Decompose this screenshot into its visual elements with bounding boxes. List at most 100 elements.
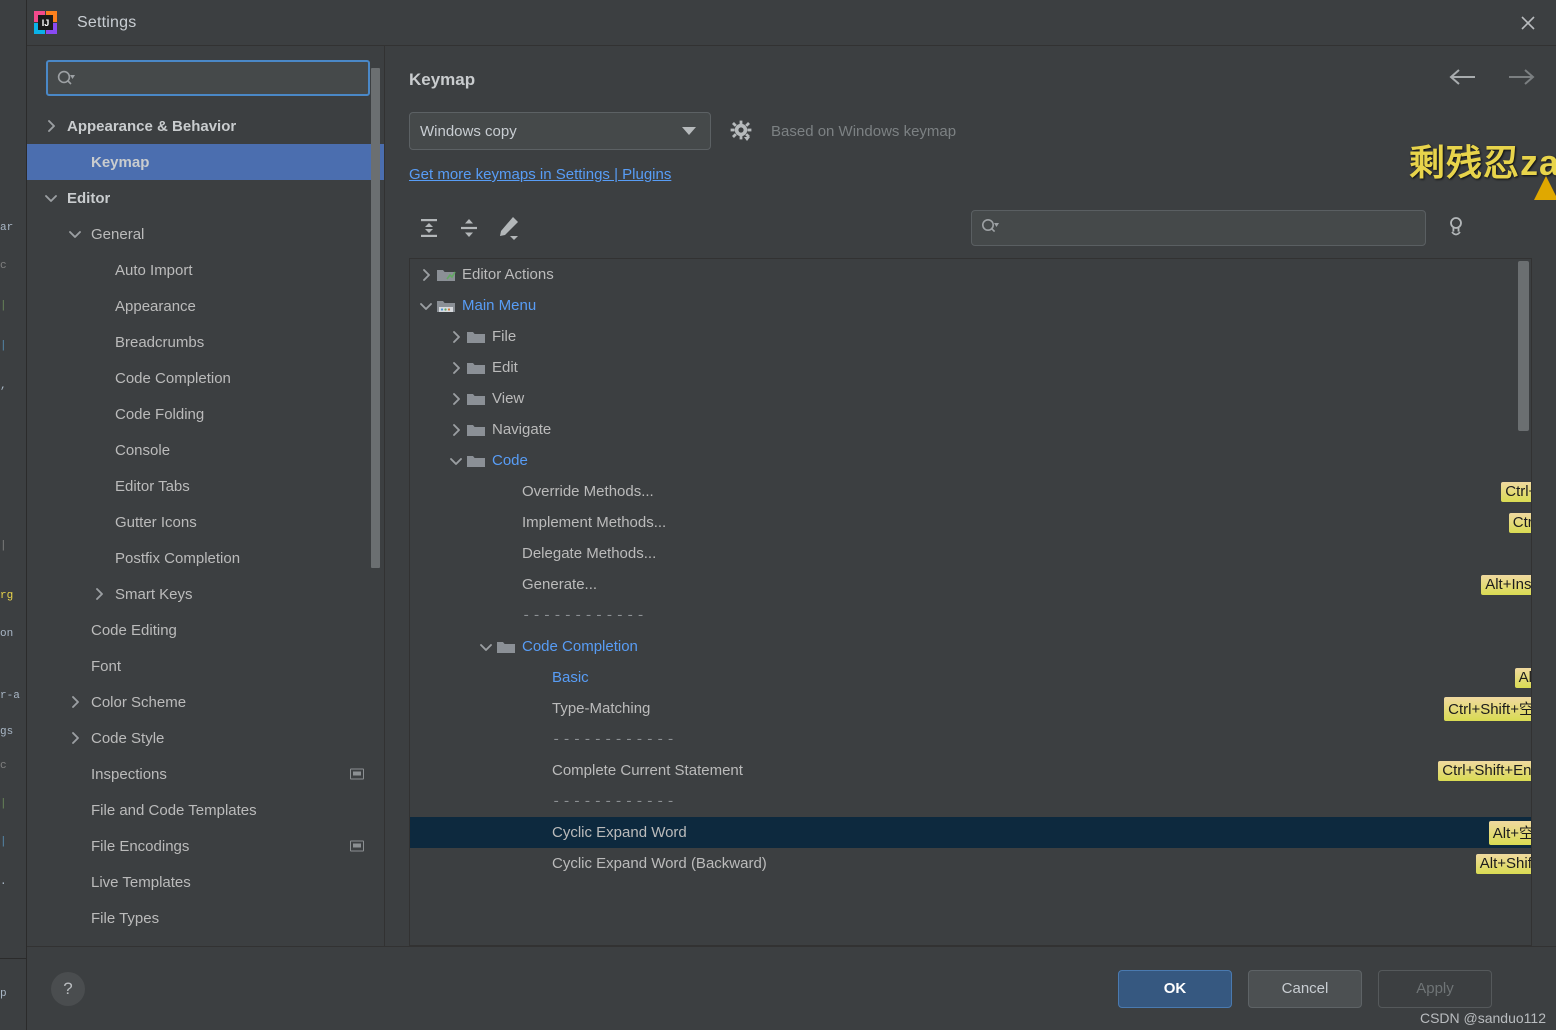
footer-buttons: OK Cancel Apply (1118, 969, 1492, 1008)
keymap-tree[interactable]: Editor Actions Main Menu File Edit View Navig… (410, 259, 1531, 879)
sidebar-item-label: General (91, 225, 145, 243)
get-more-keymaps-link[interactable]: Get more keymaps in Settings | Plugins (409, 166, 671, 183)
chevron-down-icon[interactable] (416, 298, 436, 314)
sidebar-item-postfix-completion[interactable]: Postfix Completion (27, 540, 384, 576)
main-menu-icon (436, 298, 462, 314)
sidebar-item-inspections[interactable]: Inspections (27, 756, 384, 792)
page-title: Keymap (409, 70, 476, 89)
sidebar-item-auto-import[interactable]: Auto Import (27, 252, 384, 288)
sidebar-item-label: Font (91, 657, 122, 675)
keymap-tree-row[interactable]: Cyclic Expand Word Alt+空格 (410, 817, 1531, 848)
keymap-tree-separator[interactable]: ------------ (410, 724, 1531, 755)
keymap-tree-scrollbar[interactable] (1518, 261, 1529, 431)
gear-icon[interactable] (727, 120, 755, 142)
settings-tree[interactable]: Appearance & Behavior Keymap Editor General… (27, 106, 384, 946)
search-input[interactable] (82, 70, 360, 86)
expand-all-icon[interactable] (409, 208, 449, 248)
chevron-down-icon[interactable] (43, 190, 59, 206)
arrow-left-icon[interactable] (1448, 68, 1478, 86)
sidebar-item-editor[interactable]: Editor (27, 180, 384, 216)
sidebar-item-file-types[interactable]: File Types (27, 900, 384, 936)
find-by-shortcut-icon[interactable] (1439, 212, 1473, 244)
ok-button[interactable]: OK (1118, 969, 1232, 1008)
keymap-action-label: Navigate (492, 421, 552, 438)
sidebar-item-code-folding[interactable]: Code Folding (27, 396, 384, 432)
keymap-select[interactable]: Windows copy (409, 112, 711, 150)
keymap-tree-row[interactable]: Navigate (410, 414, 1531, 445)
keymap-tree-row[interactable]: Edit (410, 352, 1531, 383)
sidebar-item-breadcrumbs[interactable]: Breadcrumbs (27, 324, 384, 360)
sidebar-item-label: Code Completion (115, 369, 231, 387)
project-level-settings-icon (350, 768, 364, 780)
sidebar-item-keymap[interactable]: Keymap (27, 144, 384, 180)
chevron-right-icon[interactable] (67, 730, 83, 746)
folder-icon (466, 391, 492, 407)
chevron-right-icon[interactable] (91, 586, 107, 602)
project-level-settings-icon (350, 840, 364, 852)
edit-pencil-icon[interactable] (489, 208, 529, 248)
settings-sidebar: Appearance & Behavior Keymap Editor General… (27, 46, 385, 946)
keymap-tree-row[interactable]: Cyclic Expand Word (Backward) Alt+Shift+/ (410, 848, 1531, 879)
keymap-tree-row[interactable]: File (410, 321, 1531, 352)
sidebar-item-color-scheme[interactable]: Color Scheme (27, 684, 384, 720)
sidebar-item-file-encodings[interactable]: File Encodings (27, 828, 384, 864)
sidebar-item-smart-keys[interactable]: Smart Keys (27, 576, 384, 612)
sidebar-item-file-and-code-templates[interactable]: File and Code Templates (27, 792, 384, 828)
sidebar-item-general[interactable]: General (27, 216, 384, 252)
keymap-action-label: Complete Current Statement (552, 762, 743, 779)
keymap-tree-row[interactable]: Override Methods... Ctrl+O (410, 476, 1531, 507)
chevron-right-icon[interactable] (43, 118, 59, 134)
sidebar-item-label: Inspections (91, 765, 167, 783)
keymap-tree-row[interactable]: Implement Methods... Ctrl+I (410, 507, 1531, 538)
sidebar-item-gutter-icons[interactable]: Gutter Icons (27, 504, 384, 540)
keymap-tree-separator[interactable]: ------------ (410, 786, 1531, 817)
sidebar-item-appearance-behavior[interactable]: Appearance & Behavior (27, 108, 384, 144)
keymap-search-box[interactable] (971, 210, 1426, 246)
keymap-tree-row[interactable]: Complete Current Statement Ctrl+Shift+Ent… (410, 755, 1531, 786)
keymap-action-label: Delegate Methods... (522, 545, 657, 562)
keymap-tree-row[interactable]: Generate... Alt+Insert (410, 569, 1531, 600)
sidebar-item-console[interactable]: Console (27, 432, 384, 468)
sidebar-item-code-style[interactable]: Code Style (27, 720, 384, 756)
sidebar-item-label: Code Style (91, 729, 165, 747)
keymap-tree-row[interactable]: Editor Actions (410, 259, 1531, 290)
keymap-action-label: Edit (492, 359, 518, 376)
sidebar-item-label: Postfix Completion (115, 549, 241, 567)
keymap-action-label: View (492, 390, 525, 407)
sidebar-scrollbar[interactable] (371, 68, 380, 568)
keymap-tree-row[interactable]: Code Completion (410, 631, 1531, 662)
sidebar-item-editor-tabs[interactable]: Editor Tabs (27, 468, 384, 504)
sidebar-item-live-templates[interactable]: Live Templates (27, 864, 384, 900)
search-box[interactable] (46, 60, 370, 96)
folder-icon (466, 422, 492, 438)
chevron-right-icon[interactable] (446, 391, 466, 407)
collapse-all-icon[interactable] (449, 208, 489, 248)
chevron-down-icon[interactable] (476, 639, 496, 655)
keymap-tree-row[interactable]: Basic Alt+/ (410, 662, 1531, 693)
sidebar-item-code-editing[interactable]: Code Editing (27, 612, 384, 648)
help-button[interactable]: ? (51, 971, 85, 1006)
sidebar-item-code-completion[interactable]: Code Completion (27, 360, 384, 396)
cancel-button[interactable]: Cancel (1248, 969, 1362, 1008)
chevron-right-icon[interactable] (416, 267, 436, 283)
keymap-search-input[interactable] (1006, 220, 1417, 236)
chevron-right-icon[interactable] (446, 329, 466, 345)
keymap-tree-row[interactable]: View (410, 383, 1531, 414)
folder-icon (466, 453, 492, 469)
keymap-action-label: Code (492, 452, 528, 469)
chevron-down-icon[interactable] (67, 226, 83, 242)
arrow-right-icon[interactable] (1506, 68, 1536, 86)
keymap-action-label: Basic (552, 669, 589, 686)
keymap-tree-row[interactable]: Delegate Methods... (410, 538, 1531, 569)
keymap-tree-row[interactable]: Type-Matching Ctrl+Shift+空格 (410, 693, 1531, 724)
sidebar-item-font[interactable]: Font (27, 648, 384, 684)
chevron-right-icon[interactable] (446, 360, 466, 376)
keymap-tree-separator[interactable]: ------------ (410, 600, 1531, 631)
sidebar-item-appearance[interactable]: Appearance (27, 288, 384, 324)
close-icon[interactable] (1500, 0, 1556, 45)
keymap-tree-row[interactable]: Main Menu (410, 290, 1531, 321)
chevron-right-icon[interactable] (446, 422, 466, 438)
chevron-right-icon[interactable] (67, 694, 83, 710)
chevron-down-icon[interactable] (446, 453, 466, 469)
keymap-tree-row[interactable]: Code (410, 445, 1531, 476)
